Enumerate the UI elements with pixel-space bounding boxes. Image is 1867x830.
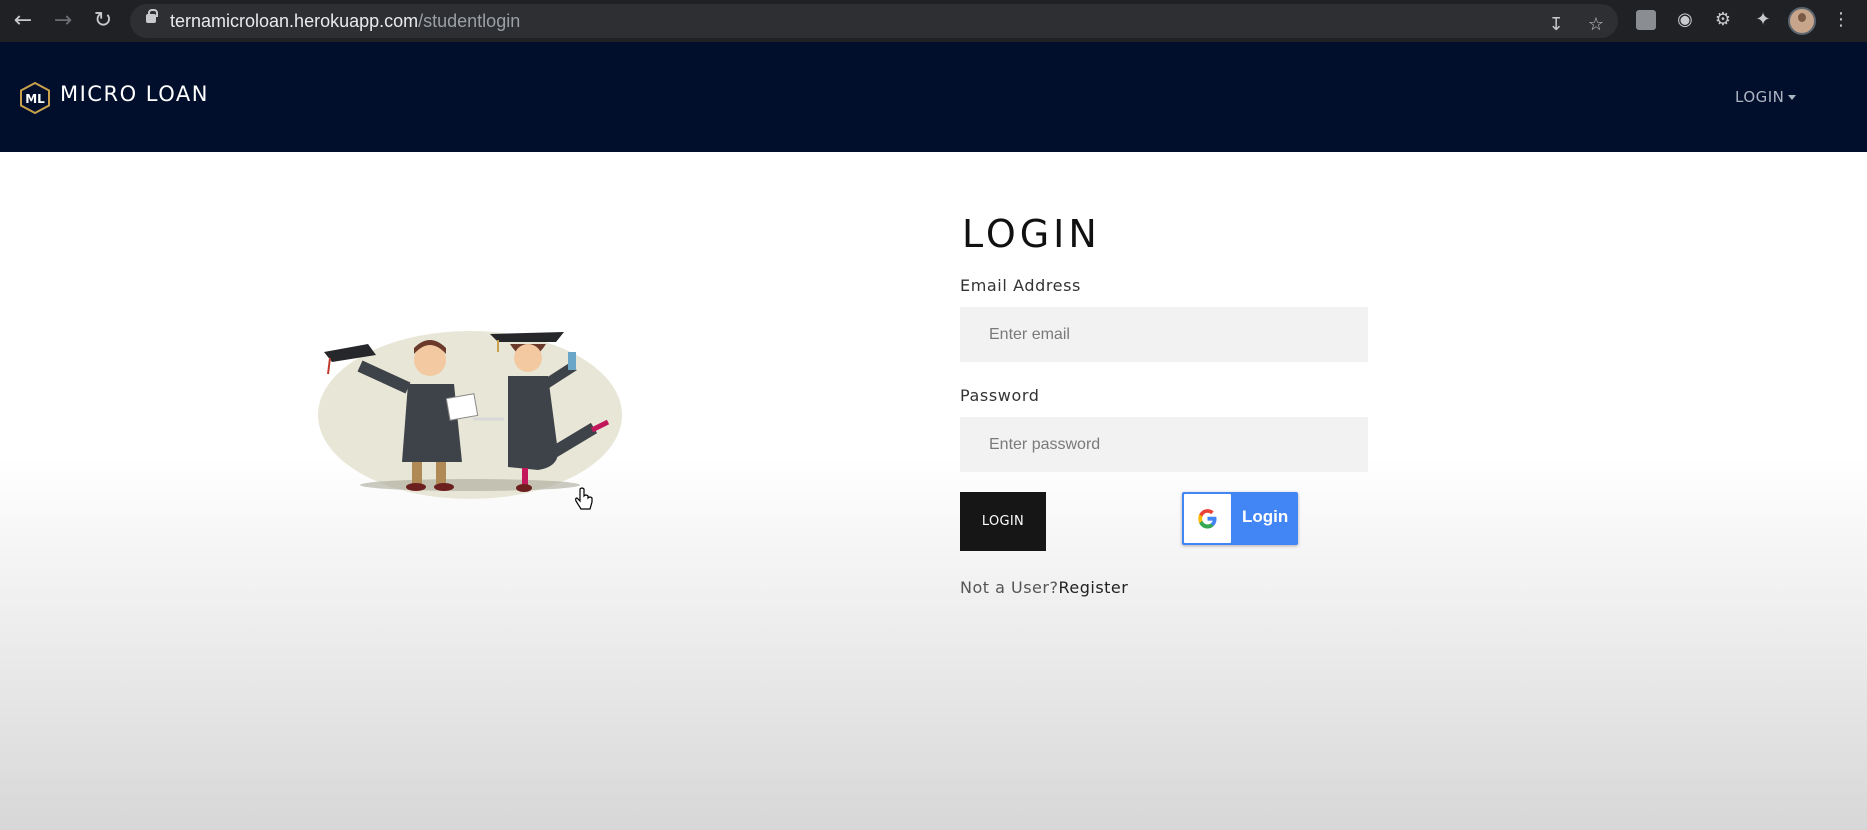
lock-icon[interactable] xyxy=(146,9,158,23)
google-logo-box xyxy=(1184,494,1231,543)
extension-icon[interactable]: ⚙ xyxy=(1710,7,1736,33)
back-arrow-icon[interactable]: ← xyxy=(8,6,38,36)
more-vertical-icon[interactable]: ⋮ xyxy=(1828,7,1854,33)
email-label: Email Address xyxy=(960,276,1081,295)
logo-letters: ML xyxy=(25,92,45,106)
install-icon[interactable]: ↧ xyxy=(1544,13,1568,37)
camera-icon[interactable]: ◉ xyxy=(1672,7,1698,33)
logo-icon[interactable]: ML xyxy=(20,82,50,114)
login-dropdown-label: LOGIN xyxy=(1735,88,1785,106)
google-icon xyxy=(1198,509,1217,529)
login-button[interactable]: LOGIN xyxy=(960,492,1046,551)
avatar[interactable] xyxy=(1788,7,1816,35)
graduates-illustration xyxy=(318,331,622,499)
navbar: ML MICRO LOAN LOGIN xyxy=(0,42,1867,152)
google-login-button[interactable]: Login xyxy=(1182,492,1298,545)
not-user-text: Not a User? xyxy=(960,578,1059,597)
address-bar[interactable]: ternamicroloan.herokuapp.com/studentlogi… xyxy=(130,4,1618,38)
star-icon[interactable]: ☆ xyxy=(1584,13,1608,37)
main-content: LOGIN Email Address Password LOGIN Login… xyxy=(0,152,1867,830)
brand-name[interactable]: MICRO LOAN xyxy=(60,82,209,106)
reload-icon[interactable]: ↻ xyxy=(88,6,118,36)
password-field[interactable] xyxy=(960,417,1368,472)
register-prompt: Not a User?Register xyxy=(960,578,1128,597)
url-host: ternamicroloan.herokuapp.com xyxy=(170,11,419,31)
login-dropdown[interactable]: LOGIN xyxy=(1735,88,1797,106)
email-field[interactable] xyxy=(960,307,1368,362)
chevron-down-icon xyxy=(1788,95,1797,100)
register-link[interactable]: Register xyxy=(1058,578,1128,597)
password-label: Password xyxy=(960,386,1040,405)
login-title: LOGIN xyxy=(962,212,1101,256)
extension-icon[interactable] xyxy=(1636,10,1656,30)
forward-arrow-icon[interactable]: → xyxy=(48,6,78,36)
hand-cursor-icon xyxy=(575,487,593,510)
puzzle-icon[interactable]: ✦ xyxy=(1750,7,1776,33)
url-path: /studentlogin xyxy=(418,11,521,31)
google-login-label: Login xyxy=(1242,507,1289,526)
browser-toolbar: ← → ↻ ternamicroloan.herokuapp.com/stude… xyxy=(0,0,1867,42)
